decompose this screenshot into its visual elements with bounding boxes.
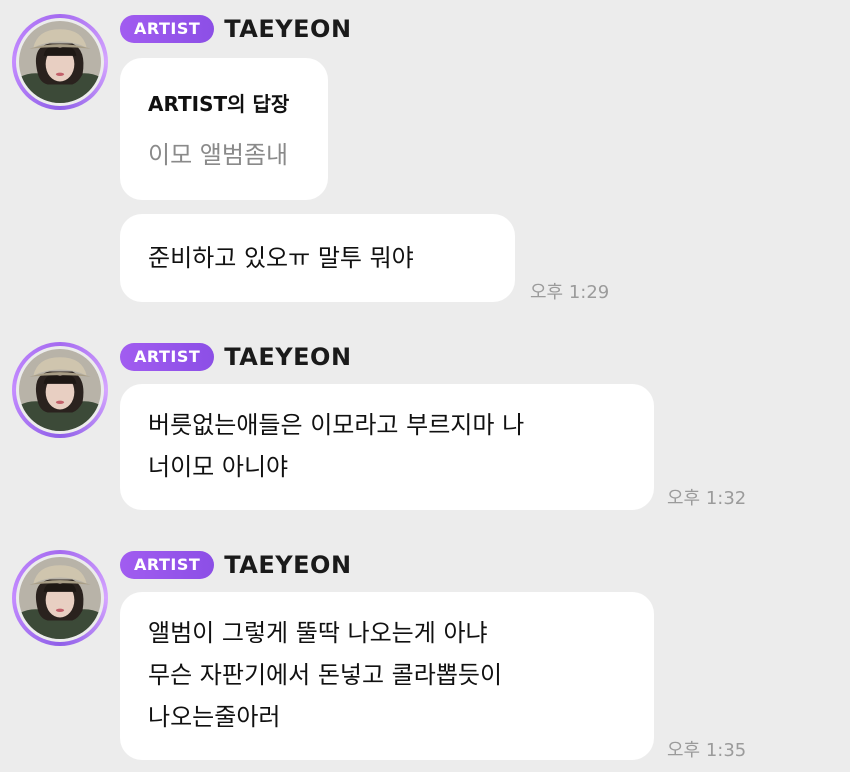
sender-row: ARTIST TAEYEON	[120, 342, 352, 372]
message-line: 앨범이 그렇게 뚤딱 나오는게 아냐	[148, 619, 488, 647]
sender-row: ARTIST TAEYEON	[120, 550, 352, 580]
message-line: 너이모 아니야	[148, 453, 289, 481]
message-line: 무슨 자판기에서 돈넣고 콜라뽑듯이	[148, 661, 503, 689]
reply-quote-title: ARTIST의 답장	[148, 92, 290, 116]
sender-name[interactable]: TAEYEON	[224, 15, 351, 43]
avatar-photo	[19, 557, 101, 639]
sender-row: ARTIST TAEYEON	[120, 14, 352, 44]
message-bubble[interactable]: 버릇없는애들은 이모라고 부르지마 나 너이모 아니야	[120, 384, 654, 510]
artist-badge: ARTIST	[120, 343, 215, 371]
message-line: 준비하고 있오ㅠ 말투 뭐야	[148, 244, 414, 272]
message-line: 버릇없는애들은 이모라고 부르지마 나	[148, 411, 525, 439]
avatar[interactable]	[12, 342, 108, 438]
message-timestamp: 오후 1:32	[667, 488, 747, 509]
message-timestamp: 오후 1:29	[530, 282, 610, 303]
message-line: 나오는줄아러	[148, 703, 281, 731]
message-timestamp: 오후 1:35	[667, 740, 747, 761]
avatar-photo	[19, 349, 101, 431]
message-bubble[interactable]: 앨범이 그렇게 뚤딱 나오는게 아냐 무슨 자판기에서 돈넣고 콜라뽑듯이 나오…	[120, 592, 654, 760]
sender-name[interactable]: TAEYEON	[224, 551, 351, 579]
message-bubble[interactable]: 준비하고 있오ㅠ 말투 뭐야	[120, 214, 515, 302]
reply-quote-bubble[interactable]: ARTIST의 답장 이모 앨범좀내	[120, 58, 328, 200]
avatar[interactable]	[12, 550, 108, 646]
artist-badge: ARTIST	[120, 551, 215, 579]
artist-badge: ARTIST	[120, 15, 215, 43]
avatar-photo	[19, 21, 101, 103]
sender-name[interactable]: TAEYEON	[224, 343, 351, 371]
avatar[interactable]	[12, 14, 108, 110]
reply-quote-text: 이모 앨범좀내	[148, 141, 289, 169]
